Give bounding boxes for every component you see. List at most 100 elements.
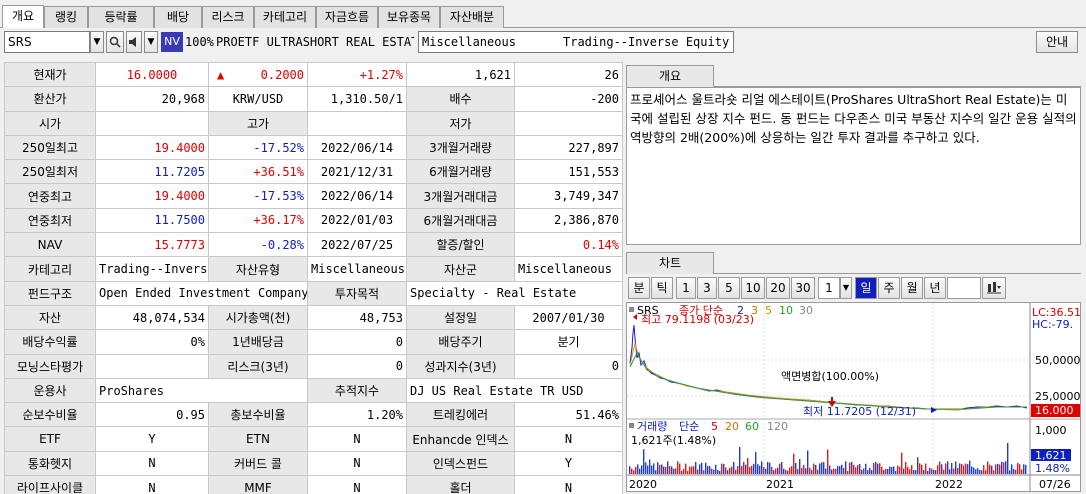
lifecycle-label: 라이프사이클 xyxy=(4,475,96,494)
chart-interval-20-button[interactable]: 20 xyxy=(766,277,790,299)
chart-interval-dropdown[interactable]: ▼ xyxy=(840,277,852,299)
volume-bar xyxy=(977,468,979,474)
volume-bar xyxy=(907,466,909,474)
volume-bar xyxy=(809,467,811,474)
tab-fund-flow[interactable]: 자금흐름 xyxy=(316,6,378,28)
chart-settings-button[interactable] xyxy=(982,277,1006,299)
trade-value-3m-label: 3개월거래대금 xyxy=(406,183,515,209)
chart-interval-5-button[interactable]: 5 xyxy=(718,277,740,299)
tab-risk[interactable]: 리스크 xyxy=(202,6,254,28)
volume-bar xyxy=(765,468,767,474)
y-axis-25000: 25,0000 xyxy=(1035,390,1080,403)
volume-bar xyxy=(969,460,971,474)
volume-legend-p4: 120 xyxy=(767,420,788,433)
volume-3m-label: 3개월거래량 xyxy=(406,134,515,161)
price-change-cell: ▲ 0.2000 xyxy=(208,61,308,88)
volume-bar xyxy=(879,463,881,474)
tab-asset-allocation[interactable]: 자산배분 xyxy=(440,6,504,28)
open-price-label: 시가 xyxy=(4,110,96,136)
volume-bar xyxy=(859,463,861,474)
tab-dividend[interactable]: 배당 xyxy=(154,6,202,28)
volume-bar xyxy=(697,469,699,474)
nv-badge[interactable]: NV xyxy=(161,32,183,52)
volume-bar xyxy=(637,464,639,474)
search-button[interactable] xyxy=(106,31,124,53)
etf-value: Y xyxy=(95,426,209,452)
volume-bar xyxy=(801,467,803,474)
volume-note: 1,621주(1.48%) xyxy=(631,434,716,447)
volume-bar xyxy=(913,470,915,474)
inception-date-label: 설정일 xyxy=(406,304,515,331)
chart-interval-1-button[interactable]: 1 xyxy=(676,277,696,299)
volume-bar xyxy=(989,464,991,474)
volume-bar xyxy=(911,465,913,474)
volume-bar xyxy=(897,465,899,474)
inception-date-value: 2007/01/30 xyxy=(514,304,623,331)
volume-bar xyxy=(649,459,651,474)
chart-tick-button[interactable]: 틱 xyxy=(651,277,673,299)
ytd-low-pct: +36.17% xyxy=(208,207,308,234)
volume-bar xyxy=(795,462,797,474)
volume-bar xyxy=(1015,469,1017,474)
symbol-input[interactable]: SRS xyxy=(4,31,90,53)
low-price xyxy=(514,110,623,136)
volume-bar xyxy=(743,461,745,474)
guide-button[interactable]: 안내 xyxy=(1036,31,1078,53)
volume-legend-name: 거래량 xyxy=(637,420,667,433)
volume-bar xyxy=(963,465,965,474)
volume-bar xyxy=(817,469,819,474)
volume-bar xyxy=(1003,462,1005,474)
exchange-rate: 1,310.50/1 xyxy=(307,86,407,112)
assets-value: 48,074,534 xyxy=(95,304,209,331)
overview-panel-tab[interactable]: 개요 xyxy=(626,65,714,87)
chart-minute-button[interactable]: 분 xyxy=(628,277,650,299)
volume-bar xyxy=(721,463,723,474)
trade-value-6m: 2,386,870 xyxy=(514,207,623,234)
tab-change-rate[interactable]: 등락률 xyxy=(88,6,154,28)
tab-overview[interactable]: 개요 xyxy=(2,5,44,29)
volume-bar xyxy=(833,468,835,474)
chart-interval-30-button[interactable]: 30 xyxy=(791,277,815,299)
chart-panel-tab[interactable]: 차트 xyxy=(626,252,714,274)
volume-bar xyxy=(747,458,749,474)
x-axis-label: 2022 xyxy=(935,478,963,491)
chart-yearly-button[interactable]: 년 xyxy=(924,277,946,299)
chart-interval-3-button[interactable]: 3 xyxy=(697,277,717,299)
chart-monthly-button[interactable]: 월 xyxy=(901,277,923,299)
table-row: 연중최고 19.4000 -17.53% 2022/06/14 3개월거래대금 … xyxy=(4,183,623,209)
up-arrow-icon: ▲ xyxy=(217,67,225,82)
volume-bar xyxy=(787,470,789,474)
volume-bar xyxy=(763,467,765,474)
volume-bar xyxy=(823,462,825,474)
symbol-dropdown-button[interactable]: ▼ xyxy=(90,31,104,53)
volume-bar xyxy=(891,467,893,474)
y-axis-50000: 50,0000 xyxy=(1035,354,1080,367)
volume-3m: 227,897 xyxy=(514,134,623,161)
dividend-yield-value: 0% xyxy=(95,329,209,355)
holder-value: N xyxy=(514,475,623,494)
tab-holdings[interactable]: 보유종목 xyxy=(378,6,440,28)
asset-type-label: 자산유형 xyxy=(208,256,308,282)
volume-bar xyxy=(901,452,903,474)
chart-weekly-button[interactable]: 주 xyxy=(878,277,900,299)
volume-bar xyxy=(663,466,665,474)
chart-interval-10-button[interactable]: 10 xyxy=(741,277,765,299)
volume-bar xyxy=(761,461,763,474)
investment-objective-label: 투자목적 xyxy=(307,280,407,306)
tab-category[interactable]: 카테고리 xyxy=(254,6,316,28)
volume-bar xyxy=(759,465,761,474)
chart-interval-select[interactable]: 1 xyxy=(818,277,840,299)
volume-bar xyxy=(779,463,781,474)
volume-bar xyxy=(671,466,673,474)
tab-ranking[interactable]: 랭킹 xyxy=(44,6,88,28)
volume-bar xyxy=(715,464,717,474)
chart-count-input[interactable] xyxy=(947,277,981,299)
price-chart[interactable]: 최고 79.1198 (03/23) 액면병합(100.00%) 최저 11.7… xyxy=(626,302,1081,492)
volume-bar xyxy=(655,470,657,474)
chart-daily-button[interactable]: 일 xyxy=(855,277,877,299)
speaker-button[interactable] xyxy=(126,31,142,53)
volume-bar xyxy=(653,463,655,474)
volume-bar xyxy=(867,470,869,474)
volume-bar xyxy=(851,461,853,474)
menu-dropdown-button[interactable]: ▼ xyxy=(144,31,158,53)
